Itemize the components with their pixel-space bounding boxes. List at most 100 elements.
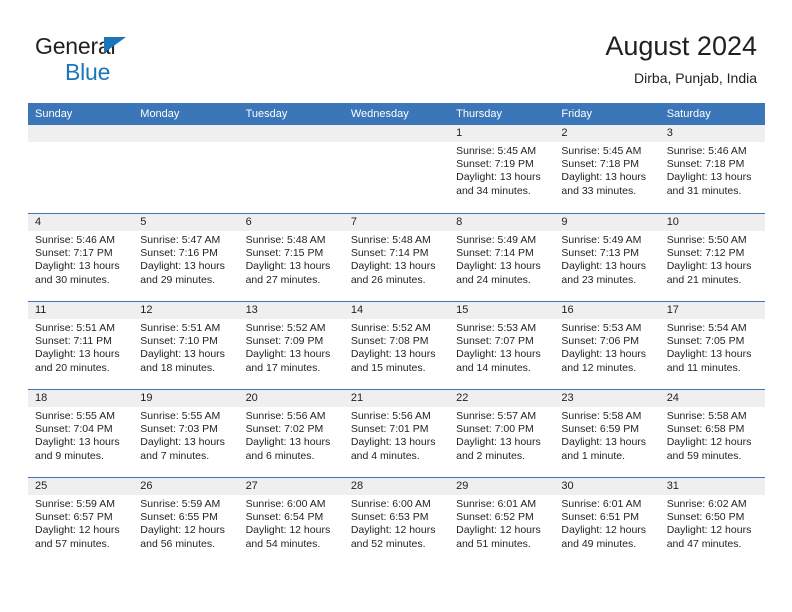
sunset-text: Sunset: 7:07 PM: [456, 335, 534, 348]
daylight-text: Daylight: 12 hours and 57 minutes.: [35, 524, 120, 550]
day-number: 19: [133, 390, 239, 407]
daylight-text: Daylight: 13 hours and 18 minutes.: [140, 348, 225, 374]
sunset-text: Sunset: 7:15 PM: [245, 247, 324, 260]
sunset-text: Sunset: 6:55 PM: [140, 511, 218, 524]
day-info: Sunrise: 6:02 AM Sunset: 6:50 PM Dayligh…: [660, 495, 765, 551]
day-info: Sunrise: 5:46 AM Sunset: 7:18 PM Dayligh…: [660, 142, 765, 198]
day-cell[interactable]: 2 Sunrise: 5:45 AM Sunset: 7:18 PM Dayli…: [554, 125, 660, 213]
day-cell[interactable]: 11 Sunrise: 5:51 AM Sunset: 7:11 PM Dayl…: [28, 302, 134, 389]
day-number: [28, 125, 134, 142]
sunrise-text: Sunrise: 5:57 AM: [456, 410, 537, 422]
day-info: Sunrise: 6:01 AM Sunset: 6:51 PM Dayligh…: [554, 495, 659, 551]
day-cell[interactable]: 5 Sunrise: 5:47 AM Sunset: 7:16 PM Dayli…: [133, 214, 239, 301]
day-info: Sunrise: 6:00 AM Sunset: 6:53 PM Dayligh…: [344, 495, 449, 551]
sunrise-text: Sunrise: 5:52 AM: [245, 322, 326, 334]
day-cell[interactable]: 12 Sunrise: 5:51 AM Sunset: 7:10 PM Dayl…: [133, 302, 239, 389]
weekday-header-friday: Friday: [561, 108, 592, 120]
day-cell[interactable]: 30 Sunrise: 6:01 AM Sunset: 6:51 PM Dayl…: [554, 478, 660, 565]
sunrise-text: Sunrise: 5:56 AM: [350, 410, 431, 422]
day-cell[interactable]: 14 Sunrise: 5:52 AM Sunset: 7:08 PM Dayl…: [343, 302, 450, 389]
day-cell[interactable]: 18 Sunrise: 5:55 AM Sunset: 7:04 PM Dayl…: [28, 390, 134, 477]
sunrise-text: Sunrise: 5:51 AM: [140, 322, 221, 334]
sunrise-text: Sunrise: 5:46 AM: [666, 145, 747, 157]
day-cell[interactable]: 28 Sunrise: 6:00 AM Sunset: 6:53 PM Dayl…: [343, 478, 450, 565]
day-number: 10: [659, 214, 765, 231]
sunset-text: Sunset: 6:54 PM: [245, 511, 324, 524]
brand-logo[interactable]: General Blue: [35, 34, 285, 85]
day-info: Sunrise: 6:01 AM Sunset: 6:52 PM Dayligh…: [449, 495, 554, 551]
day-cell[interactable]: 8 Sunrise: 5:49 AM Sunset: 7:14 PM Dayli…: [449, 214, 555, 301]
day-cell[interactable]: 1 Sunrise: 5:45 AM Sunset: 7:19 PM Dayli…: [449, 125, 555, 213]
day-info: Sunrise: 5:52 AM Sunset: 7:08 PM Dayligh…: [344, 319, 449, 375]
day-cell[interactable]: 26 Sunrise: 5:59 AM Sunset: 6:55 PM Dayl…: [133, 478, 239, 565]
weekday-header-tuesday: Tuesday: [245, 108, 288, 120]
day-cell[interactable]: 20 Sunrise: 5:56 AM Sunset: 7:02 PM Dayl…: [238, 390, 344, 477]
day-info: Sunrise: 5:53 AM Sunset: 7:06 PM Dayligh…: [554, 319, 659, 375]
day-cell[interactable]: 17 Sunrise: 5:54 AM Sunset: 7:05 PM Dayl…: [659, 302, 765, 389]
sunset-text: Sunset: 7:09 PM: [245, 335, 324, 348]
day-cell[interactable]: 25 Sunrise: 5:59 AM Sunset: 6:57 PM Dayl…: [28, 478, 134, 565]
day-cell[interactable]: 7 Sunrise: 5:48 AM Sunset: 7:14 PM Dayli…: [343, 214, 450, 301]
day-cell[interactable]: 23 Sunrise: 5:58 AM Sunset: 6:59 PM Dayl…: [554, 390, 660, 477]
sunrise-text: Sunrise: 5:45 AM: [456, 145, 537, 157]
day-cell[interactable]: 9 Sunrise: 5:49 AM Sunset: 7:13 PM Dayli…: [554, 214, 660, 301]
title-block: August 2024 Dirba, Punjab, India: [605, 30, 757, 88]
daylight-text: Daylight: 13 hours and 11 minutes.: [666, 348, 752, 374]
week-row: 25 Sunrise: 5:59 AM Sunset: 6:57 PM Dayl…: [28, 477, 765, 565]
day-cell[interactable]: 10 Sunrise: 5:50 AM Sunset: 7:12 PM Dayl…: [659, 214, 765, 301]
day-cell[interactable]: 24 Sunrise: 5:58 AM Sunset: 6:58 PM Dayl…: [659, 390, 765, 477]
day-info: Sunrise: 5:52 AM Sunset: 7:09 PM Dayligh…: [239, 319, 344, 375]
weekday-header-thursday: Thursday: [456, 108, 502, 120]
daylight-text: Daylight: 12 hours and 52 minutes.: [350, 524, 436, 550]
sunset-text: Sunset: 7:12 PM: [666, 247, 745, 260]
day-cell[interactable]: [133, 125, 239, 213]
day-cell[interactable]: 13 Sunrise: 5:52 AM Sunset: 7:09 PM Dayl…: [238, 302, 344, 389]
sunset-text: Sunset: 6:52 PM: [456, 511, 534, 524]
sunset-text: Sunset: 7:08 PM: [350, 335, 429, 348]
weekday-header-sunday: Sunday: [35, 108, 73, 120]
day-info: Sunrise: 5:48 AM Sunset: 7:15 PM Dayligh…: [239, 231, 344, 287]
daylight-text: Daylight: 13 hours and 31 minutes.: [666, 171, 752, 197]
day-info: Sunrise: 5:45 AM Sunset: 7:19 PM Dayligh…: [449, 142, 554, 198]
day-cell[interactable]: 21 Sunrise: 5:56 AM Sunset: 7:01 PM Dayl…: [343, 390, 450, 477]
day-number: 4: [28, 214, 134, 231]
day-cell[interactable]: 4 Sunrise: 5:46 AM Sunset: 7:17 PM Dayli…: [28, 214, 134, 301]
sunset-text: Sunset: 7:03 PM: [140, 423, 218, 436]
day-cell[interactable]: 15 Sunrise: 5:53 AM Sunset: 7:07 PM Dayl…: [449, 302, 555, 389]
brand-flag-icon: [104, 37, 126, 53]
sunset-text: Sunset: 7:06 PM: [561, 335, 640, 348]
day-cell[interactable]: 22 Sunrise: 5:57 AM Sunset: 7:00 PM Dayl…: [449, 390, 555, 477]
day-cell[interactable]: [238, 125, 344, 213]
daylight-text: Daylight: 12 hours and 56 minutes.: [140, 524, 225, 550]
day-cell[interactable]: 3 Sunrise: 5:46 AM Sunset: 7:18 PM Dayli…: [659, 125, 765, 213]
day-number: 14: [343, 302, 450, 319]
day-number: 15: [449, 302, 555, 319]
day-cell[interactable]: 19 Sunrise: 5:55 AM Sunset: 7:03 PM Dayl…: [133, 390, 239, 477]
day-cell[interactable]: 29 Sunrise: 6:01 AM Sunset: 6:52 PM Dayl…: [449, 478, 555, 565]
sunset-text: Sunset: 7:14 PM: [350, 247, 429, 260]
day-number: 9: [554, 214, 660, 231]
day-cell[interactable]: [343, 125, 450, 213]
day-cell[interactable]: 6 Sunrise: 5:48 AM Sunset: 7:15 PM Dayli…: [238, 214, 344, 301]
daylight-text: Daylight: 12 hours and 47 minutes.: [666, 524, 752, 550]
day-number: 18: [28, 390, 134, 407]
sunrise-text: Sunrise: 6:00 AM: [350, 498, 431, 510]
daylight-text: Daylight: 13 hours and 29 minutes.: [140, 260, 225, 286]
day-number: [238, 125, 344, 142]
day-cell[interactable]: 31 Sunrise: 6:02 AM Sunset: 6:50 PM Dayl…: [659, 478, 765, 565]
day-info: Sunrise: 5:55 AM Sunset: 7:03 PM Dayligh…: [133, 407, 238, 463]
sunset-text: Sunset: 7:18 PM: [666, 158, 745, 171]
day-number: 13: [238, 302, 344, 319]
sunset-text: Sunset: 7:00 PM: [456, 423, 534, 436]
sunrise-text: Sunrise: 5:48 AM: [245, 234, 326, 246]
sunset-text: Sunset: 7:17 PM: [35, 247, 113, 260]
sunrise-text: Sunrise: 5:55 AM: [35, 410, 115, 422]
sunset-text: Sunset: 7:04 PM: [35, 423, 113, 436]
day-cell[interactable]: 27 Sunrise: 6:00 AM Sunset: 6:54 PM Dayl…: [238, 478, 344, 565]
sunset-text: Sunset: 6:51 PM: [561, 511, 640, 524]
day-cell[interactable]: [28, 125, 134, 213]
calendar-grid: Sunday Monday Tuesday Wednesday Thursday…: [28, 103, 765, 565]
week-row: 11 Sunrise: 5:51 AM Sunset: 7:11 PM Dayl…: [28, 301, 765, 389]
sunrise-text: Sunrise: 5:53 AM: [456, 322, 537, 334]
day-cell[interactable]: 16 Sunrise: 5:53 AM Sunset: 7:06 PM Dayl…: [554, 302, 660, 389]
